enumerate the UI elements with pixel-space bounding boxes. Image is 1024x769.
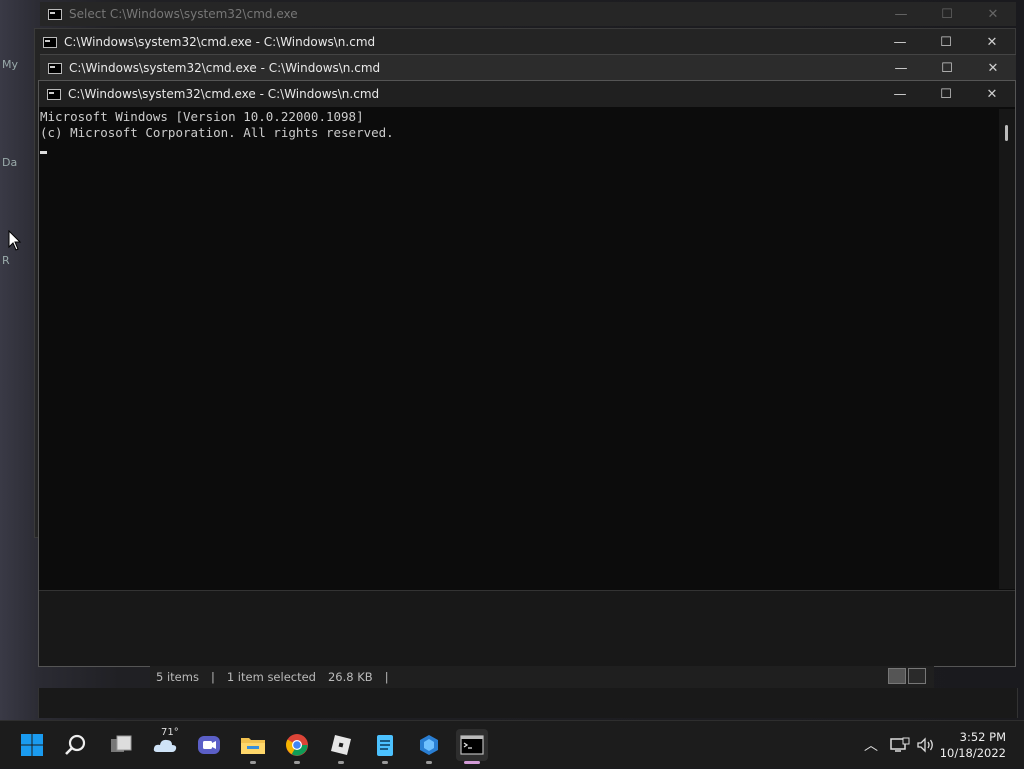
close-button[interactable]: ✕ (969, 81, 1015, 107)
taskbar: 71° ︿ 3:52 PM 10/18/2022 (0, 720, 1024, 768)
task-view-button[interactable] (105, 729, 137, 761)
minimize-button[interactable]: — (877, 81, 923, 107)
maximize-button[interactable]: ☐ (923, 29, 969, 55)
chevron-up-icon[interactable]: ︿ (860, 735, 882, 755)
close-button[interactable]: ✕ (969, 29, 1015, 55)
maximize-button[interactable]: ☐ (924, 55, 970, 81)
vertical-scrollbar[interactable] (999, 109, 1015, 589)
file-explorer-button[interactable] (237, 729, 269, 764)
cmd-icon (43, 36, 57, 48)
windows-logo-icon (21, 734, 43, 756)
window-lower-area (39, 590, 1015, 666)
running-indicator (382, 761, 388, 764)
network-icon[interactable] (890, 737, 910, 753)
cmd-icon (48, 8, 62, 20)
maximize-button[interactable]: ☐ (923, 81, 969, 107)
command-prompt-icon (460, 735, 484, 755)
weather-temperature: 71° (161, 727, 179, 738)
close-button[interactable]: ✕ (970, 2, 1016, 26)
meet-button[interactable] (193, 729, 225, 761)
folder-icon (241, 738, 265, 754)
running-indicator (250, 761, 256, 764)
background-window-edge (38, 688, 1018, 718)
title-bar[interactable]: C:\Windows\system32\cmd.exe - C:\Windows… (35, 29, 1015, 55)
desktop-icon-label[interactable]: My (2, 58, 18, 71)
console-line: Microsoft Windows [Version 10.0.22000.10… (40, 109, 364, 124)
scrollbar-thumb[interactable] (1005, 125, 1008, 141)
running-indicator (426, 761, 432, 764)
selection-size: 26.8 KB (327, 670, 373, 684)
title-bar[interactable]: C:\Windows\system32\cmd.exe - C:\Windows… (40, 55, 1016, 81)
clock-date: 10/18/2022 (939, 746, 1006, 760)
window-title: C:\Windows\system32\cmd.exe - C:\Windows… (68, 87, 380, 101)
notepad-button[interactable] (369, 729, 401, 764)
search-button[interactable] (60, 729, 92, 761)
desktop-icon-label[interactable]: R (2, 254, 10, 267)
clock[interactable]: 3:52 PM 10/18/2022 (940, 729, 1006, 761)
task-view-icon (111, 735, 132, 752)
search-icon (65, 734, 86, 755)
chrome-icon (286, 734, 308, 756)
details-view-button[interactable] (888, 668, 906, 684)
clock-time: 3:52 PM (959, 730, 1006, 744)
large-icons-view-button[interactable] (908, 668, 926, 684)
explorer-status-bar: 5 items | 1 item selected 26.8 KB | (150, 666, 934, 688)
separator: | (384, 670, 389, 684)
window-title: Select C:\Windows\system32\cmd.exe (69, 7, 298, 21)
chrome-button[interactable] (281, 729, 313, 764)
console-line: (c) Microsoft Corporation. All rights re… (40, 125, 394, 140)
separator: | (210, 670, 215, 684)
window-title: C:\Windows\system32\cmd.exe - C:\Windows… (69, 61, 381, 75)
cmd-icon (47, 88, 61, 100)
volume-icon[interactable] (916, 737, 936, 753)
minimize-button[interactable]: — (878, 2, 924, 26)
window-title: C:\Windows\system32\cmd.exe - C:\Windows… (64, 35, 376, 49)
active-indicator (464, 761, 480, 764)
cmd-window-3[interactable]: C:\Windows\system32\cmd.exe - C:\Windows… (40, 54, 1016, 80)
title-bar[interactable]: C:\Windows\system32\cmd.exe - C:\Windows… (39, 81, 1015, 107)
video-camera-icon (198, 736, 220, 754)
terminal-button[interactable] (456, 729, 488, 764)
desktop-icon-label[interactable]: Da (2, 156, 17, 169)
close-button[interactable]: ✕ (970, 55, 1016, 81)
console-output[interactable]: Microsoft Windows [Version 10.0.22000.10… (39, 109, 1002, 589)
cmd-icon (48, 62, 62, 74)
weather-widget[interactable]: 71° (149, 727, 181, 761)
roblox-button[interactable] (325, 729, 357, 764)
notepad-icon (377, 735, 393, 756)
app-icon (420, 735, 438, 755)
item-count: 5 items (156, 670, 199, 684)
minimize-button[interactable]: — (877, 29, 923, 55)
title-bar[interactable]: Select C:\Windows\system32\cmd.exe — ☐ ✕ (40, 2, 1016, 26)
system-tray: ︿ (860, 721, 936, 769)
selection-count: 1 item selected (226, 670, 316, 684)
text-cursor (40, 151, 47, 154)
start-button[interactable] (16, 729, 48, 761)
maximize-button[interactable]: ☐ (924, 2, 970, 26)
mouse-cursor-icon (8, 230, 22, 251)
cmd-window-select[interactable]: Select C:\Windows\system32\cmd.exe — ☐ ✕ (40, 2, 1016, 26)
app-button[interactable] (413, 729, 445, 764)
running-indicator (338, 761, 344, 764)
running-indicator (294, 761, 300, 764)
minimize-button[interactable]: — (878, 55, 924, 81)
cmd-window-active[interactable]: C:\Windows\system32\cmd.exe - C:\Windows… (38, 80, 1016, 667)
roblox-icon (331, 735, 351, 755)
